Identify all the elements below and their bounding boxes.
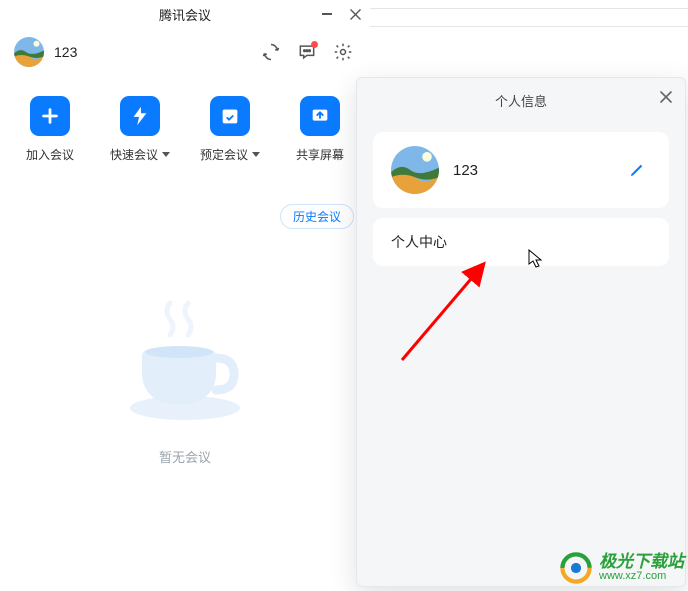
quick-meeting-label: 快速会议 [110,146,158,163]
join-meeting-button[interactable]: 加入会议 [14,96,86,163]
share-screen-label: 共享屏幕 [296,146,344,163]
personal-center-item[interactable]: 个人中心 [373,218,669,266]
empty-state: 暂无会议 [110,280,260,466]
notification-dot [311,41,318,48]
titlebar: 腾讯会议 [0,0,370,28]
schedule-meeting-label: 预定会议 [200,146,248,163]
app-title: 腾讯会议 [159,5,211,24]
main-window: 腾讯会议 123 [0,0,370,580]
cup-illustration [110,280,260,430]
popover-close-button[interactable] [655,86,677,108]
plus-icon [30,96,70,136]
share-screen-button[interactable]: 共享屏幕 [284,96,356,163]
minimize-button[interactable] [318,5,336,23]
join-meeting-label: 加入会议 [26,146,74,163]
schedule-meeting-button[interactable]: 预定会议 [194,96,266,163]
edit-profile-button[interactable] [623,156,651,184]
history-meetings-button[interactable]: 历史会议 [280,204,354,229]
calendar-icon [210,96,250,136]
profile-card: 123 [373,132,669,208]
avatar[interactable] [14,37,44,67]
history-meetings-label: 历史会议 [293,210,341,224]
chevron-down-icon [162,152,170,157]
window-controls [318,0,364,28]
chat-icon[interactable] [294,39,320,65]
username[interactable]: 123 [54,44,77,60]
settings-icon[interactable] [330,39,356,65]
chevron-down-icon [252,152,260,157]
close-button[interactable] [346,5,364,23]
empty-text: 暂无会议 [110,447,260,466]
popover-title: 个人信息 [495,91,547,110]
personal-center-label: 个人中心 [391,234,447,250]
refresh-icon[interactable] [258,39,284,65]
action-row: 加入会议 快速会议 预定会议 共享屏幕 [0,76,370,169]
popover-header: 个人信息 [357,78,685,122]
lightning-icon [120,96,160,136]
profile-popover: 个人信息 123 个人中心 [356,77,686,587]
share-icon [300,96,340,136]
user-bar: 123 [0,28,370,76]
quick-meeting-button[interactable]: 快速会议 [104,96,176,163]
avatar-large[interactable] [391,146,439,194]
profile-name: 123 [453,162,623,179]
